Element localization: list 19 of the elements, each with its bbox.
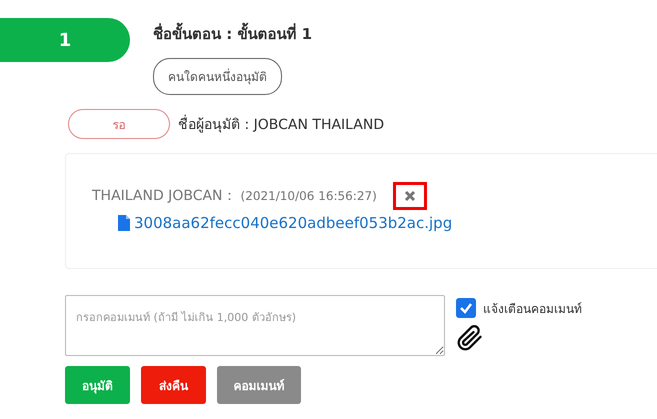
comment-button[interactable]: คอมเมนท์ bbox=[217, 366, 301, 404]
status-tag: รอ bbox=[68, 109, 170, 139]
comment-time: (2021/10/06 16:56:27) bbox=[240, 189, 377, 203]
approval-type-tag: คนใดคนหนึ่งอนุมัติ bbox=[153, 58, 282, 95]
delete-button[interactable] bbox=[392, 182, 427, 210]
notify-label: แจ้งเตือนคอมเมนท์ bbox=[483, 300, 582, 318]
checkmark-icon bbox=[459, 301, 473, 315]
step-number: 1 bbox=[0, 18, 130, 62]
comment-author: THAILAND JOBCAN： bbox=[92, 187, 237, 205]
paperclip-icon[interactable] bbox=[456, 324, 484, 352]
approver-name: ชื่อผู้อนุมัติ : JOBCAN THAILAND bbox=[178, 113, 384, 135]
comment-field[interactable]: กรอกคอมเมนท์ (ถ้ามี ไม่เกิน 1,000 ตัวอักษร) bbox=[65, 295, 445, 356]
file-icon bbox=[118, 215, 130, 231]
close-icon bbox=[404, 190, 416, 202]
approve-button[interactable]: อนุมัติ bbox=[65, 366, 130, 404]
notify-checkbox[interactable] bbox=[456, 298, 476, 318]
step-title: ชื่อขั้นตอน : ขั้นตอนที่ 1 bbox=[153, 22, 312, 46]
return-button[interactable]: ส่งคืน bbox=[141, 366, 206, 404]
attachment-link[interactable]: 3008aa62fecc040e620adbeef053b2ac.jpg bbox=[118, 214, 657, 232]
